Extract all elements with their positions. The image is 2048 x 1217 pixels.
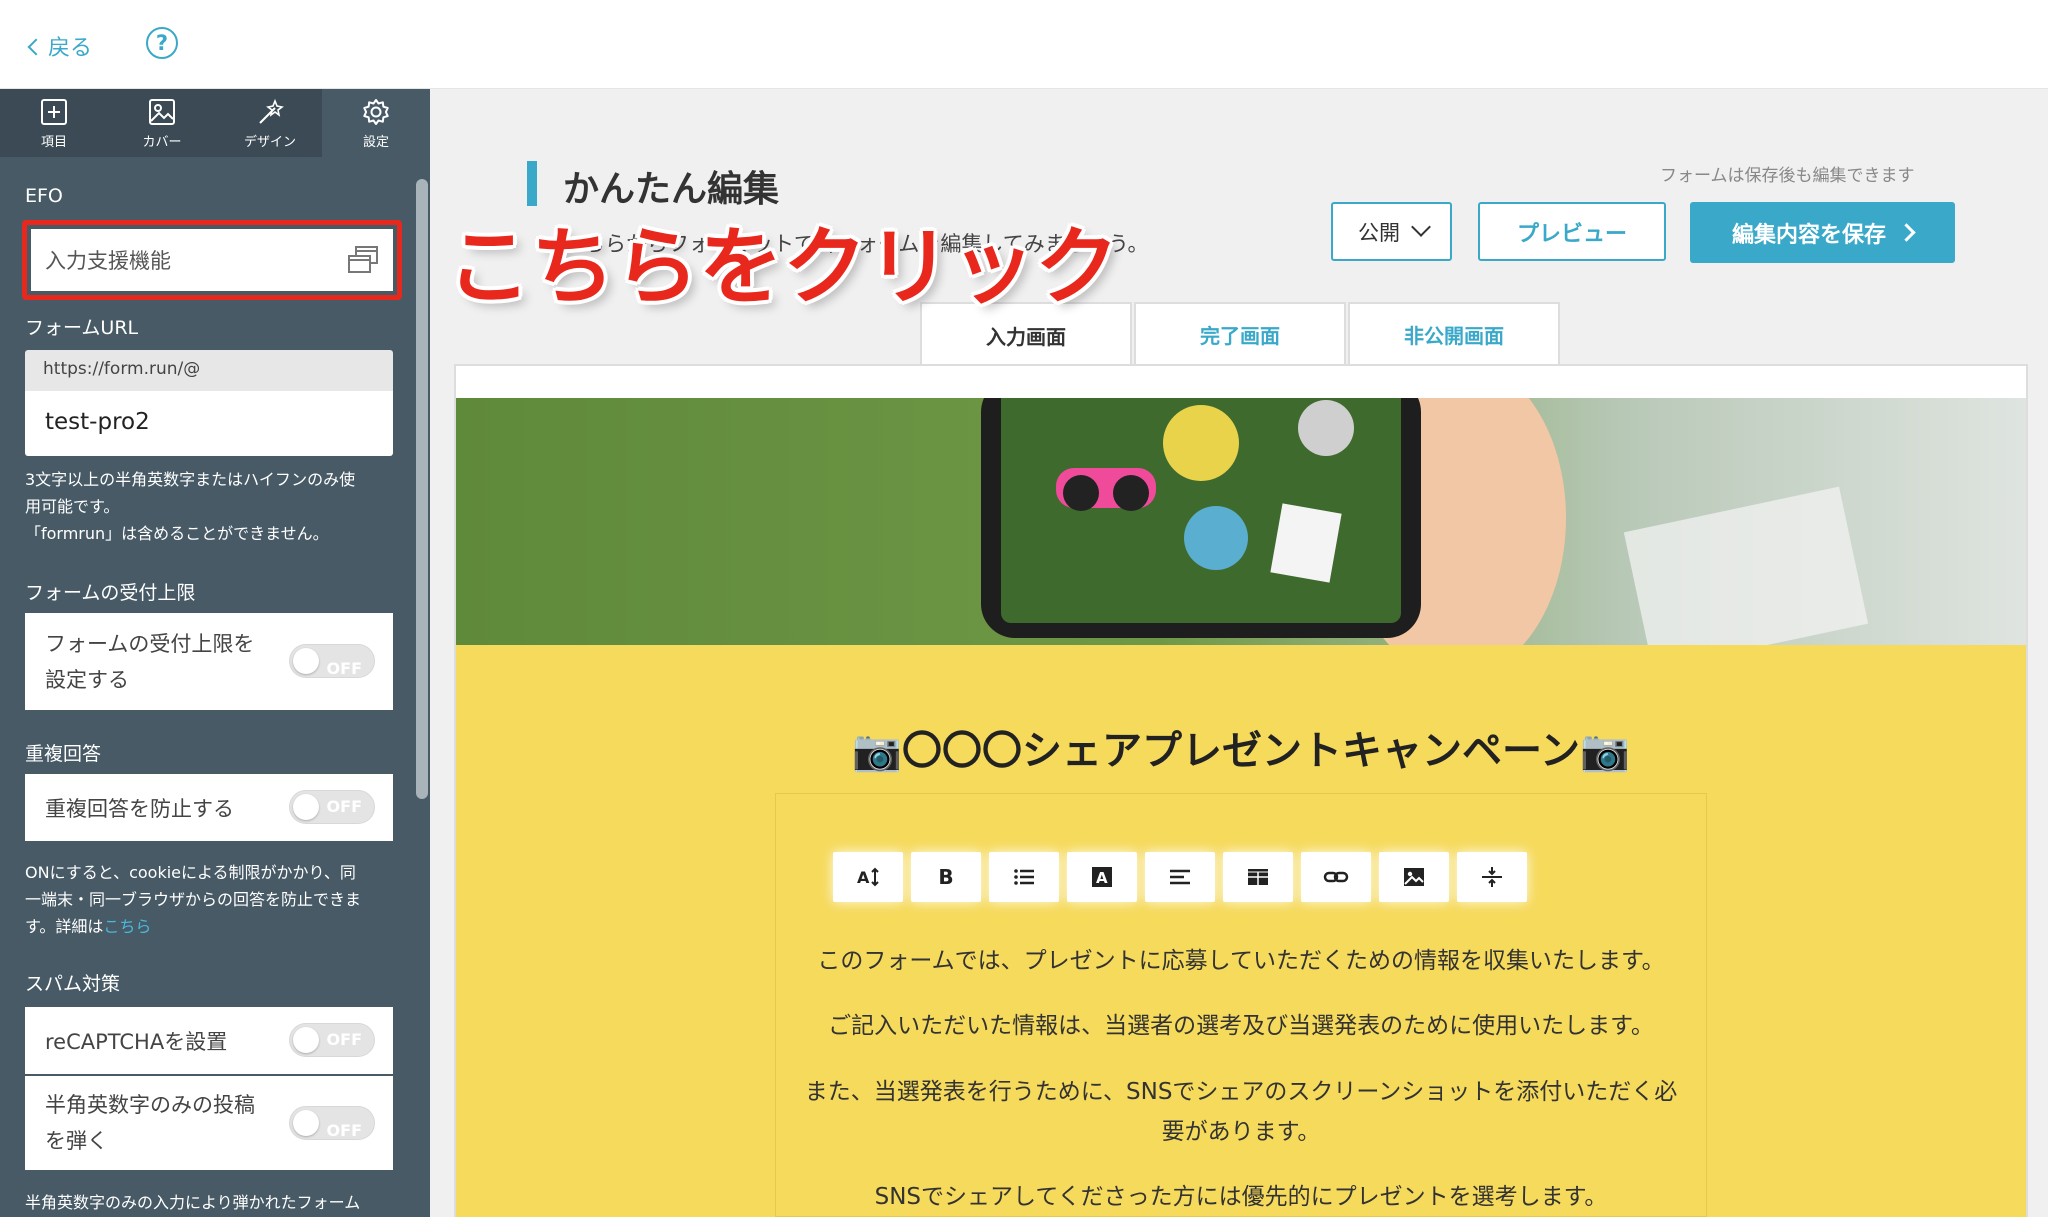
limit-setting-row: フォームの受付上限を 設定する OFF bbox=[25, 613, 393, 710]
chevron-right-icon bbox=[1897, 223, 1916, 242]
alnum-block-toggle[interactable]: OFF bbox=[289, 1106, 375, 1140]
alnum-block-label: 半角英数字のみの投稿 を弾く bbox=[45, 1087, 255, 1159]
editor-toolbar: A B A bbox=[833, 852, 1535, 902]
click-here-annotation: こちらをクリック bbox=[447, 218, 1120, 316]
duplicate-note-line: ONにすると、cookieによる制限がかかり、同 bbox=[25, 863, 356, 882]
toggle-state: OFF bbox=[326, 659, 362, 678]
preview-button[interactable]: プレビュー bbox=[1478, 202, 1666, 261]
description-paragraph: このフォームでは、プレゼントに応募していただくための情報を収集いたします。 bbox=[817, 948, 1665, 974]
tab-cover[interactable]: カバー bbox=[108, 89, 216, 157]
form-url-section-label: フォームURL bbox=[25, 317, 139, 339]
alnum-label-line: 半角英数字のみの投稿 bbox=[45, 1093, 255, 1117]
description-paragraph: ご記入いただいた情報は、当選者の選考及び当選発表のために使用いたします。 bbox=[828, 1013, 1654, 1039]
bold-icon[interactable]: B bbox=[911, 852, 981, 902]
form-url-prefix: https://form.run/@ bbox=[25, 350, 393, 391]
tab-private-screen[interactable]: 非公開画面 bbox=[1348, 302, 1560, 364]
recaptcha-toggle[interactable]: OFF bbox=[289, 1023, 375, 1057]
link-icon[interactable] bbox=[1301, 852, 1371, 902]
image-icon[interactable] bbox=[1379, 852, 1449, 902]
duplicate-note: ONにすると、cookieによる制限がかかり、同 一端末・同一ブラウザからの回答… bbox=[25, 859, 395, 940]
save-button[interactable]: 編集内容を保存 bbox=[1690, 202, 1955, 263]
efo-highlight: 入力支援機能 bbox=[22, 220, 402, 300]
form-url-note-line: 用可能です。 bbox=[25, 497, 120, 516]
back-link[interactable]: 戻る bbox=[27, 28, 93, 64]
list-icon[interactable] bbox=[989, 852, 1059, 902]
form-title[interactable]: 📷〇〇〇シェアプレゼントキャンペーン📷 bbox=[456, 718, 2026, 776]
duplicate-setting-label: 重複回答を防止する bbox=[45, 796, 234, 821]
form-url-note: 3文字以上の半角英数字またはハイフンのみ使 用可能です。 「formrun」は含… bbox=[25, 466, 395, 547]
toggle-state: OFF bbox=[326, 1030, 362, 1049]
duplicate-note-line: す。詳細は bbox=[25, 917, 104, 936]
duplicate-note-line: 一端末・同一ブラウザからの回答を防止できま bbox=[25, 890, 362, 909]
open-window-icon bbox=[348, 246, 378, 273]
toggle-knob bbox=[293, 648, 319, 674]
visibility-select-value: 公開 bbox=[1358, 220, 1400, 245]
form-url-note-line: 3文字以上の半角英数字またはハイフンのみ使 bbox=[25, 470, 356, 489]
toggle-state: OFF bbox=[326, 1121, 362, 1140]
limit-label-line: 設定する bbox=[45, 667, 129, 692]
description-paragraph: SNSでシェアしてくださった方には優先的にプレゼントを選考します。 bbox=[874, 1184, 1608, 1210]
visibility-select[interactable]: 公開 bbox=[1331, 202, 1452, 261]
description-paragraph: 要があります。 bbox=[1161, 1119, 1321, 1145]
description-paragraph: また、当選発表を行うために、SNSでシェアのスクリーンショットを添付いただく必 bbox=[804, 1079, 1678, 1105]
plus-square-icon bbox=[41, 98, 67, 125]
tab-complete-screen[interactable]: 完了画面 bbox=[1134, 302, 1346, 364]
toggle-knob bbox=[293, 1027, 319, 1053]
image-icon bbox=[149, 98, 175, 125]
details-link[interactable]: こちら bbox=[103, 917, 151, 936]
spam-note: 半角英数字のみの入力により弾かれたフォーム bbox=[25, 1189, 395, 1216]
save-note: フォームは保存後も編集できます bbox=[1660, 166, 1915, 186]
cover-photo bbox=[456, 398, 2026, 645]
cover-image[interactable] bbox=[456, 398, 2026, 645]
duplicate-section-label: 重複回答 bbox=[25, 743, 102, 765]
tab-cover-label: カバー bbox=[142, 134, 182, 150]
tab-design-label: デザイン bbox=[243, 134, 296, 150]
alnum-block-setting-row: 半角英数字のみの投稿 を弾く OFF bbox=[25, 1076, 393, 1170]
recaptcha-setting-row: reCAPTCHAを設置 OFF bbox=[25, 1007, 393, 1074]
limit-section-label: フォームの受付上限 bbox=[25, 582, 196, 604]
toggle-knob bbox=[293, 794, 319, 820]
spam-note-line: 半角英数字のみの入力により弾かれたフォーム bbox=[25, 1193, 361, 1212]
limit-toggle[interactable]: OFF bbox=[289, 644, 375, 678]
efo-input-assist-button[interactable]: 入力支援機能 bbox=[31, 229, 393, 291]
align-icon[interactable] bbox=[1145, 852, 1215, 902]
duplicate-toggle[interactable]: OFF bbox=[289, 790, 375, 824]
hr-icon[interactable] bbox=[1457, 852, 1527, 902]
settings-sidebar: 項目 カバー デザイン 設定 EFO 入力支援機能 フォームURL https:… bbox=[0, 89, 430, 1217]
toggle-state: OFF bbox=[326, 797, 362, 816]
efo-section-label: EFO bbox=[25, 185, 63, 207]
chevron-down-icon bbox=[1411, 217, 1431, 237]
text-color-letter: A bbox=[1096, 869, 1108, 887]
tab-settings[interactable]: 設定 bbox=[322, 89, 430, 157]
efo-input-assist-label: 入力支援機能 bbox=[45, 249, 171, 273]
tab-items-label: 項目 bbox=[40, 134, 67, 150]
limit-setting-label: フォームの受付上限を 設定する bbox=[45, 626, 254, 698]
duplicate-setting-row: 重複回答を防止する OFF bbox=[25, 774, 393, 841]
sidebar-tabs: 項目 カバー デザイン 設定 bbox=[0, 89, 430, 157]
tab-items[interactable]: 項目 bbox=[0, 89, 108, 157]
limit-label-line: フォームの受付上限を bbox=[45, 631, 255, 656]
text-color-icon[interactable]: A bbox=[1067, 852, 1137, 902]
tab-settings-label: 設定 bbox=[362, 134, 389, 150]
help-icon[interactable]: ? bbox=[146, 27, 178, 59]
form-url-note-line: 「formrun」は含めることができません。 bbox=[25, 524, 329, 543]
table-icon[interactable] bbox=[1223, 852, 1293, 902]
chevron-left-icon bbox=[27, 38, 45, 55]
magic-wand-icon bbox=[259, 98, 284, 124]
back-label: 戻る bbox=[48, 36, 93, 61]
gear-icon bbox=[363, 98, 389, 125]
sidebar-scrollbar[interactable] bbox=[416, 179, 428, 799]
tab-design[interactable]: デザイン bbox=[216, 89, 324, 157]
alnum-label-line: を弾く bbox=[45, 1129, 108, 1153]
toggle-knob bbox=[293, 1110, 319, 1136]
form-url-input[interactable]: test-pro2 bbox=[25, 391, 393, 456]
svg-text:A: A bbox=[857, 868, 870, 887]
font-size-icon[interactable]: A bbox=[833, 852, 903, 902]
spam-section-label: スパム対策 bbox=[25, 973, 121, 995]
top-bar: 戻る ? bbox=[0, 0, 2048, 89]
save-button-label: 編集内容を保存 bbox=[1731, 222, 1886, 248]
recaptcha-label: reCAPTCHAを設置 bbox=[45, 1029, 228, 1054]
